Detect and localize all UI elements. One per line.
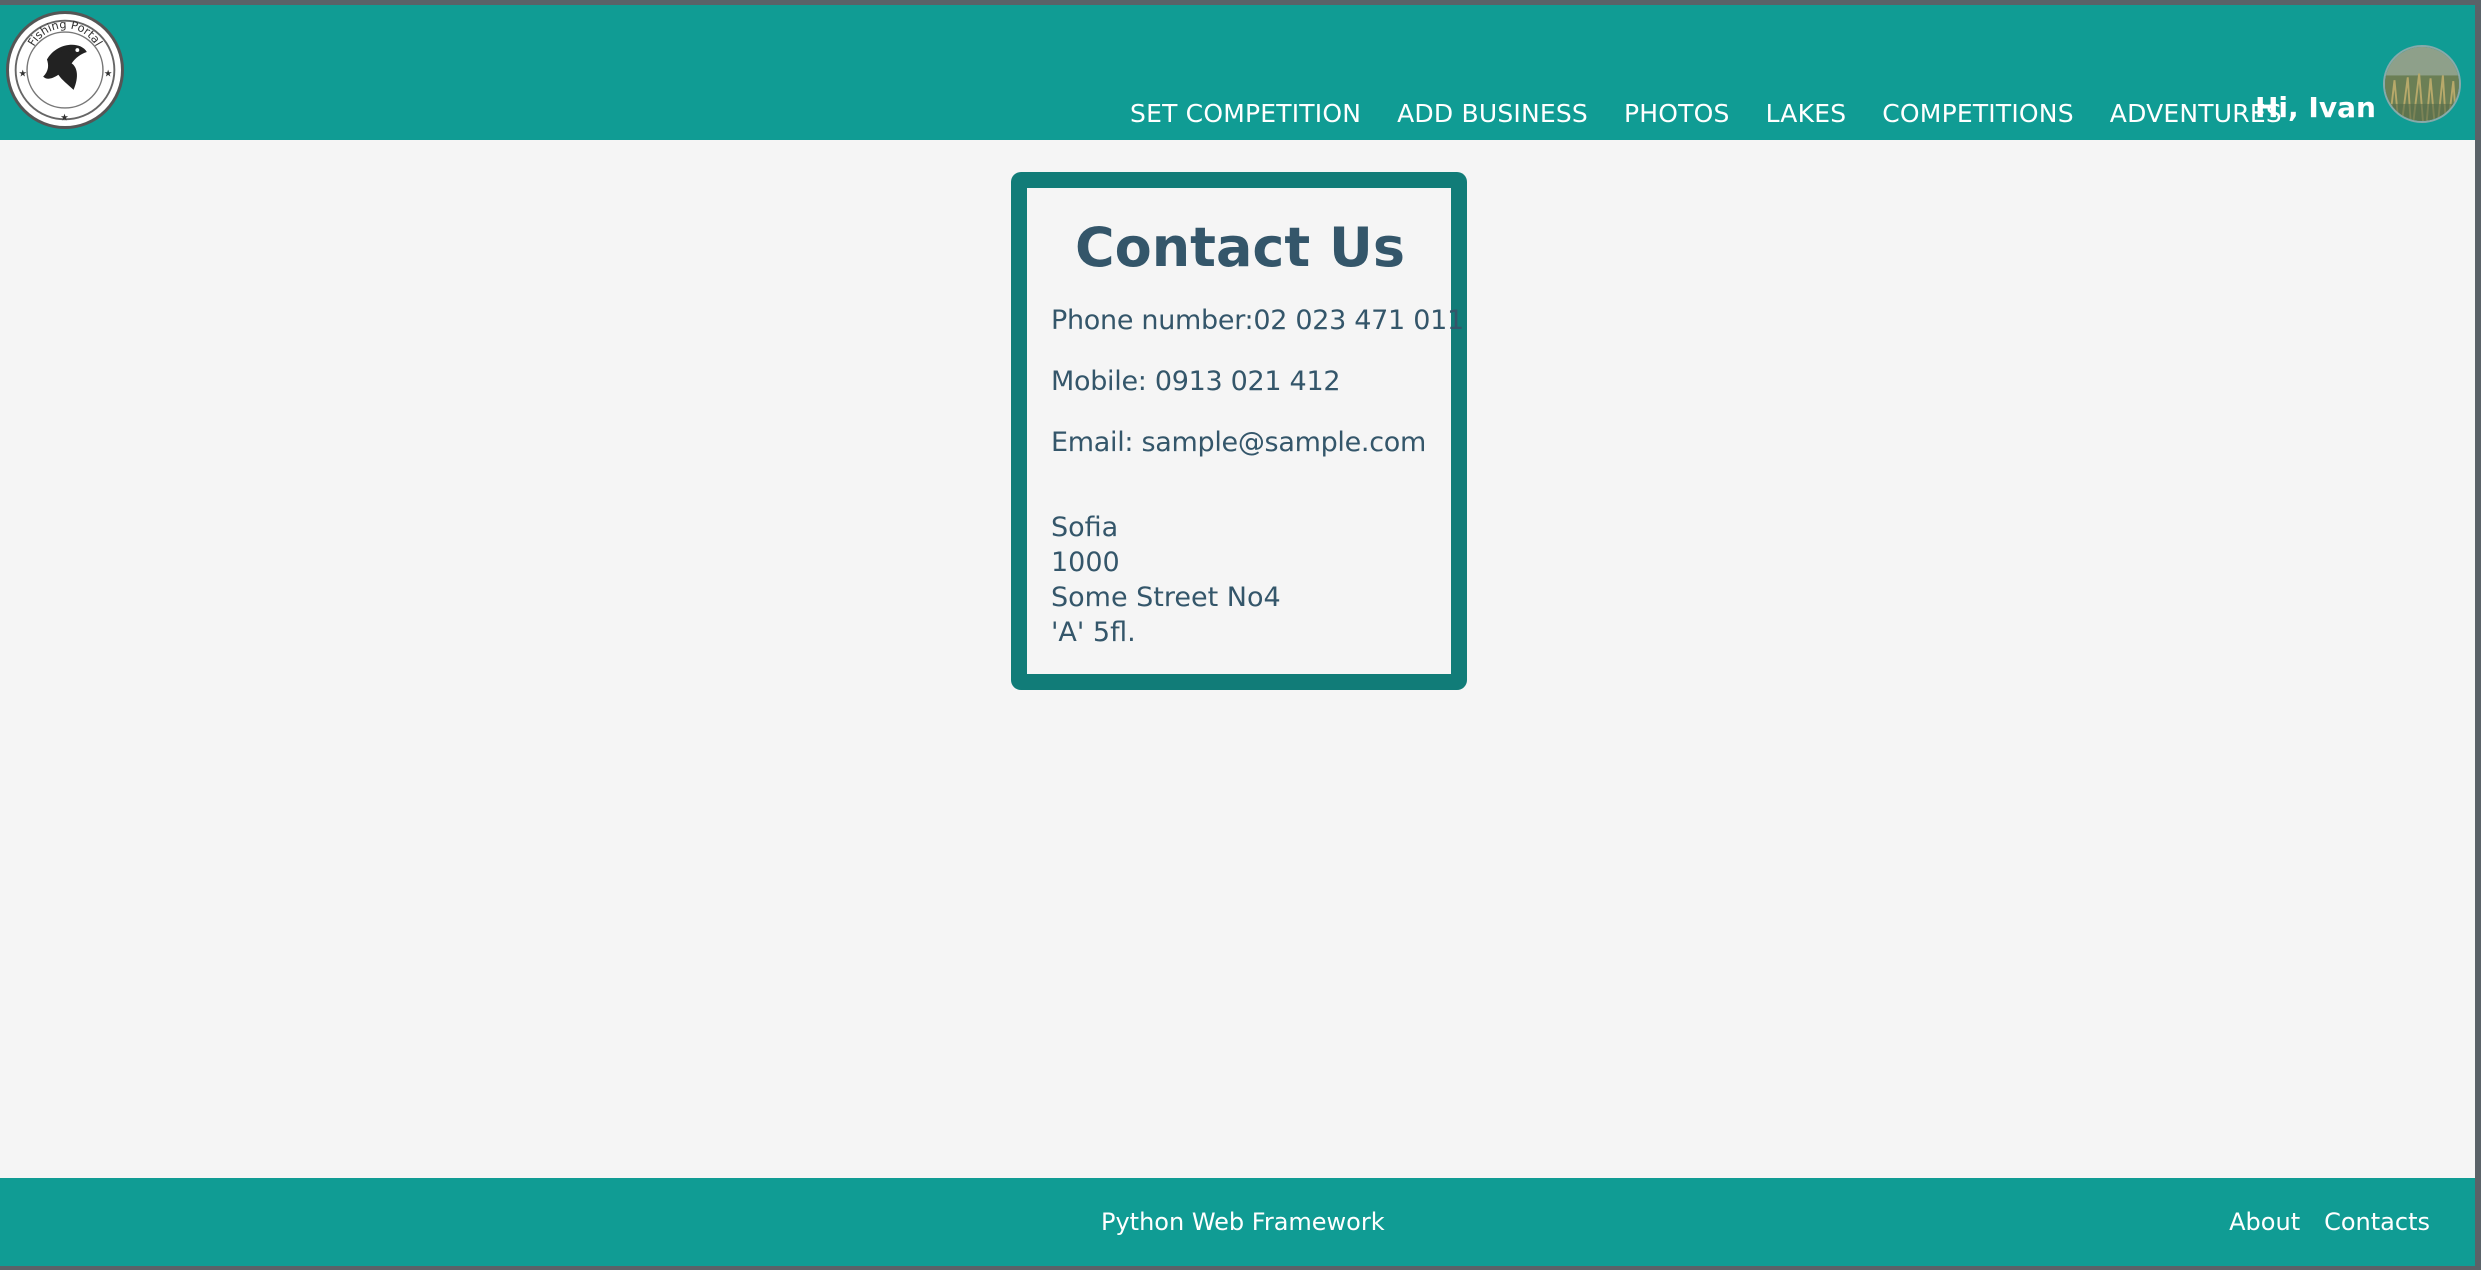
address-street: Some Street No4 <box>1051 582 1281 613</box>
window-right-border <box>2475 0 2481 1270</box>
svg-text:★: ★ <box>104 69 113 80</box>
site-footer: Python Web Framework About Contacts <box>0 1178 2475 1266</box>
svg-text:★: ★ <box>18 69 27 80</box>
main-nav: SET COMPETITION ADD BUSINESS PHOTOS LAKE… <box>1130 93 2282 133</box>
window-bottom-border <box>0 1266 2481 1270</box>
user-avatar[interactable] <box>2383 45 2461 123</box>
address-postcode: 1000 <box>1051 547 1120 578</box>
footer-about-link[interactable]: About <box>2229 1208 2300 1236</box>
fishing-portal-logo[interactable]: Fishing Portal ★ ★ ★ <box>6 11 124 129</box>
svg-text:★: ★ <box>60 112 69 123</box>
nav-competitions[interactable]: COMPETITIONS <box>1882 99 2074 128</box>
user-greeting: Hi, Ivan <box>2255 91 2376 124</box>
footer-links: About Contacts <box>2229 1208 2430 1236</box>
fish-logo-icon: Fishing Portal ★ ★ ★ <box>14 17 116 123</box>
contact-card: Contact Us Phone number:02 023 471 011 M… <box>1011 172 1467 690</box>
address-city: Sofia <box>1051 512 1119 543</box>
contact-email: Email: sample@sample.com <box>1051 427 1426 458</box>
address-floor: 'A' 5fl. <box>1051 617 1136 648</box>
contact-mobile: Mobile: 0913 021 412 <box>1051 366 1341 397</box>
nav-add-business[interactable]: ADD BUSINESS <box>1397 99 1588 128</box>
footer-contacts-link[interactable]: Contacts <box>2324 1208 2430 1236</box>
page-title: Contact Us <box>1074 216 1406 279</box>
contact-phone: Phone number:02 023 471 011 <box>1051 305 1464 336</box>
footer-text: Python Web Framework <box>1101 1208 1385 1236</box>
nav-set-competition[interactable]: SET COMPETITION <box>1130 99 1361 128</box>
avatar-image-icon <box>2385 47 2459 121</box>
nav-photos[interactable]: PHOTOS <box>1624 99 1730 128</box>
contact-card-body: Contact Us Phone number:02 023 471 011 M… <box>1027 188 1464 674</box>
contact-address: Sofia 1000 Some Street No4 'A' 5fl. <box>1051 510 1429 650</box>
nav-lakes[interactable]: LAKES <box>1766 99 1847 128</box>
site-header: Fishing Portal ★ ★ ★ SET COMPETITION ADD… <box>0 5 2475 140</box>
